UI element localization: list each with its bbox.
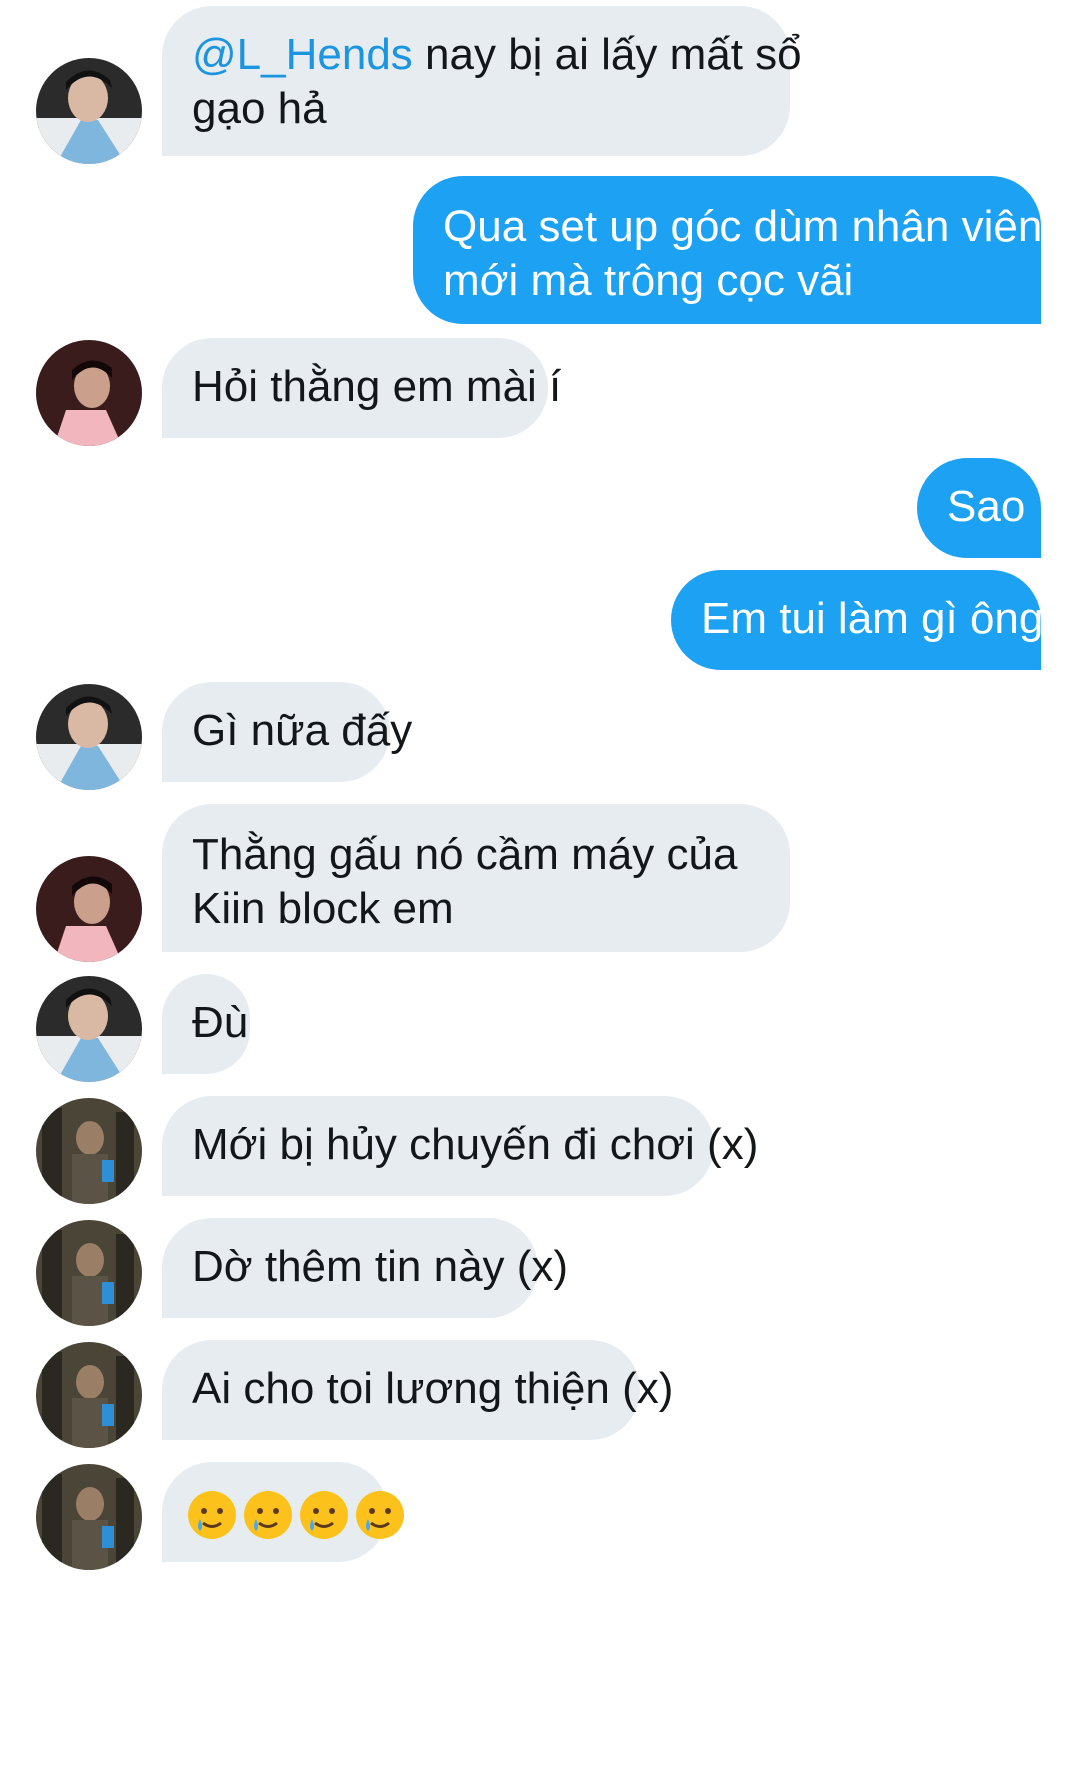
- message-bubble[interactable]: Em tui làm gì ông: [671, 570, 1043, 670]
- message-bubble[interactable]: Hỏi thằng em mài í: [162, 338, 561, 438]
- smiling-face-with-tear-icon: [244, 1491, 292, 1540]
- avatar-dark-profile[interactable]: [36, 856, 142, 962]
- avatar-blue-hanbok[interactable]: [36, 976, 142, 1082]
- message-text-line: Qua set up góc dùm nhân viên: [443, 202, 1043, 251]
- avatar-gym-mirror[interactable]: [36, 1342, 142, 1448]
- message-row: Thằng gấu nó cầm máy của Kiin block em: [0, 804, 1079, 962]
- avatar-dark-profile[interactable]: [36, 340, 142, 446]
- avatar-gym-mirror[interactable]: [36, 1098, 142, 1204]
- smiling-face-with-tear-icon: [356, 1491, 404, 1540]
- message-row: Ai cho toi lương thiện (x): [0, 1340, 1079, 1448]
- message-text: nay bị ai lấy mất sổ: [412, 30, 802, 79]
- message-bubble[interactable]: Đù: [162, 974, 250, 1074]
- message-row: Sao: [0, 458, 1079, 558]
- message-bubble[interactable]: Thằng gấu nó cầm máy của Kiin block em: [162, 804, 790, 952]
- message-row: Mới bị hủy chuyến đi chơi (x): [0, 1096, 1079, 1204]
- message-text-line: gạo hả: [192, 84, 327, 133]
- message-row: [0, 1462, 1079, 1570]
- message-row: @L_Hends nay bị ai lấy mất sổ gạo hả: [0, 6, 1079, 164]
- avatar-gym-mirror[interactable]: [36, 1464, 142, 1570]
- smiling-face-with-tear-icon: [300, 1491, 348, 1540]
- message-row: Hỏi thằng em mài í: [0, 338, 1079, 446]
- message-row: Dờ thêm tin này (x): [0, 1218, 1079, 1326]
- avatar-blue-hanbok[interactable]: [36, 684, 142, 790]
- message-bubble[interactable]: Gì nữa đấy: [162, 682, 412, 782]
- message-text-line: Thằng gấu nó cầm máy của: [192, 830, 738, 879]
- message-row: Em tui làm gì ông: [0, 570, 1079, 670]
- message-row: Đù: [0, 974, 1079, 1082]
- message-row: Gì nữa đấy: [0, 682, 1079, 790]
- mention-link[interactable]: @L_Hends: [192, 30, 413, 79]
- message-bubble[interactable]: Dờ thêm tin này (x): [162, 1218, 568, 1318]
- message-text-line: @L_Hends nay bị ai lấy mất sổ: [192, 28, 802, 82]
- message-bubble[interactable]: @L_Hends nay bị ai lấy mất sổ gạo hả: [162, 6, 802, 156]
- avatar-blue-hanbok[interactable]: [36, 58, 142, 164]
- message-bubble[interactable]: Ai cho toi lương thiện (x): [162, 1340, 673, 1440]
- message-bubble[interactable]: [162, 1462, 404, 1562]
- avatar-gym-mirror[interactable]: [36, 1220, 142, 1326]
- message-bubble[interactable]: Qua set up góc dùm nhân viên mới mà trôn…: [413, 176, 1043, 324]
- message-text-line: mới mà trông cọc vãi: [443, 256, 854, 305]
- smiling-face-with-tear-icon: [188, 1491, 236, 1540]
- message-text-line: Kiin block em: [192, 884, 454, 933]
- message-bubble[interactable]: Sao: [917, 458, 1041, 558]
- message-row: Qua set up góc dùm nhân viên mới mà trôn…: [0, 176, 1079, 324]
- message-bubble[interactable]: Mới bị hủy chuyến đi chơi (x): [162, 1096, 758, 1196]
